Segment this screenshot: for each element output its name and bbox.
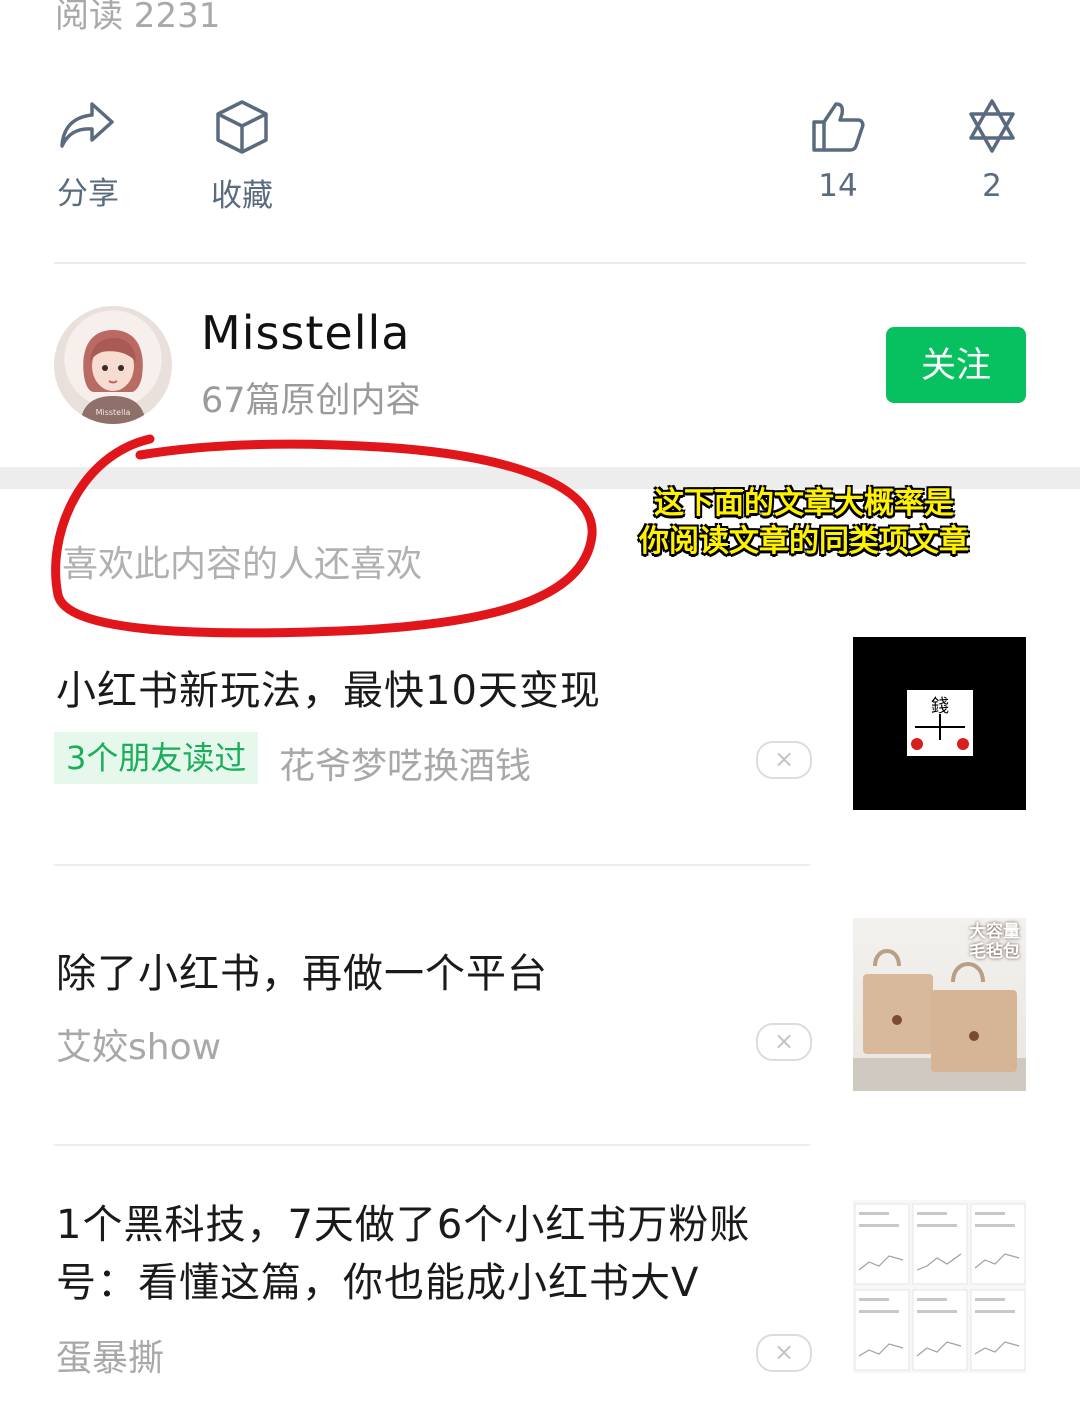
thumbnail-caption-line-2: 毛毡包	[969, 942, 1020, 962]
favorite-label: 收藏	[211, 178, 273, 214]
divider	[54, 864, 810, 866]
like-count: 14	[818, 168, 858, 204]
dismiss-button[interactable]: ×	[756, 1334, 812, 1372]
article-thumbnail[interactable]: 錢	[853, 637, 1026, 810]
divider	[54, 1144, 810, 1146]
red-circle-annotation	[51, 434, 597, 638]
article-source[interactable]: 蛋暴撕	[56, 1329, 164, 1381]
dismiss-button[interactable]: ×	[756, 741, 812, 779]
annotation-line-1: 这下面的文章大概率是	[654, 486, 954, 521]
follow-button[interactable]: 关注	[886, 327, 1026, 403]
avatar[interactable]: Misstella	[54, 306, 172, 424]
friend-read-tag: 3个朋友读过	[54, 732, 259, 784]
wow-count: 2	[982, 168, 1002, 204]
author-subtitle: 67篇原创内容	[201, 381, 421, 421]
favorite-button[interactable]: 收藏	[203, 98, 281, 215]
annotation-caption: 这下面的文章大概率是 你阅读文章的同类项文章	[604, 485, 1004, 561]
avatar-illustration: Misstella	[80, 330, 146, 424]
avatar-signature: Misstella	[96, 408, 131, 417]
like-button[interactable]: 14	[806, 98, 870, 204]
share-icon	[60, 102, 114, 148]
star-of-david-icon	[969, 99, 1015, 153]
close-icon: ×	[773, 1338, 795, 1366]
close-icon: ×	[773, 1027, 795, 1055]
thumbnail-caption-line-1: 大容量	[969, 922, 1020, 942]
wow-button[interactable]: 2	[960, 98, 1024, 204]
analytics-screenshot-grid	[854, 1203, 1026, 1371]
article-title-line-2: 号：看懂这篇，你也能成小红书大V	[56, 1260, 700, 1306]
dismiss-button[interactable]: ×	[756, 1023, 812, 1061]
article-title[interactable]: 除了小红书，再做一个平台	[56, 945, 548, 1003]
article-source[interactable]: 艾姣show	[56, 1018, 221, 1070]
cube-icon	[216, 100, 268, 154]
article-title-line-1: 1个黑科技，7天做了6个小红书万粉账	[56, 1202, 751, 1248]
close-icon: ×	[773, 745, 795, 773]
author-name[interactable]: Misstella	[201, 306, 411, 360]
article-title[interactable]: 小红书新玩法，最快10天变现	[56, 662, 601, 720]
article-source[interactable]: 花爷梦呓换酒钱	[279, 737, 531, 789]
share-button[interactable]: 分享	[50, 98, 126, 213]
read-count: 阅读 2231	[55, 0, 221, 36]
share-label: 分享	[57, 176, 119, 212]
article-title[interactable]: 1个黑科技，7天做了6个小红书万粉账 号：看懂这篇，你也能成小红书大V	[56, 1196, 816, 1312]
divider	[54, 262, 1026, 264]
annotation-line-2: 你阅读文章的同类项文章	[639, 524, 969, 559]
article-thumbnail[interactable]	[853, 1200, 1026, 1373]
thumbnail-caption: 大容量 毛毡包	[969, 922, 1020, 962]
money-logo-image: 錢	[907, 690, 973, 756]
article-thumbnail[interactable]: 大容量 毛毡包	[853, 918, 1026, 1091]
thumbs-up-icon	[812, 102, 865, 152]
